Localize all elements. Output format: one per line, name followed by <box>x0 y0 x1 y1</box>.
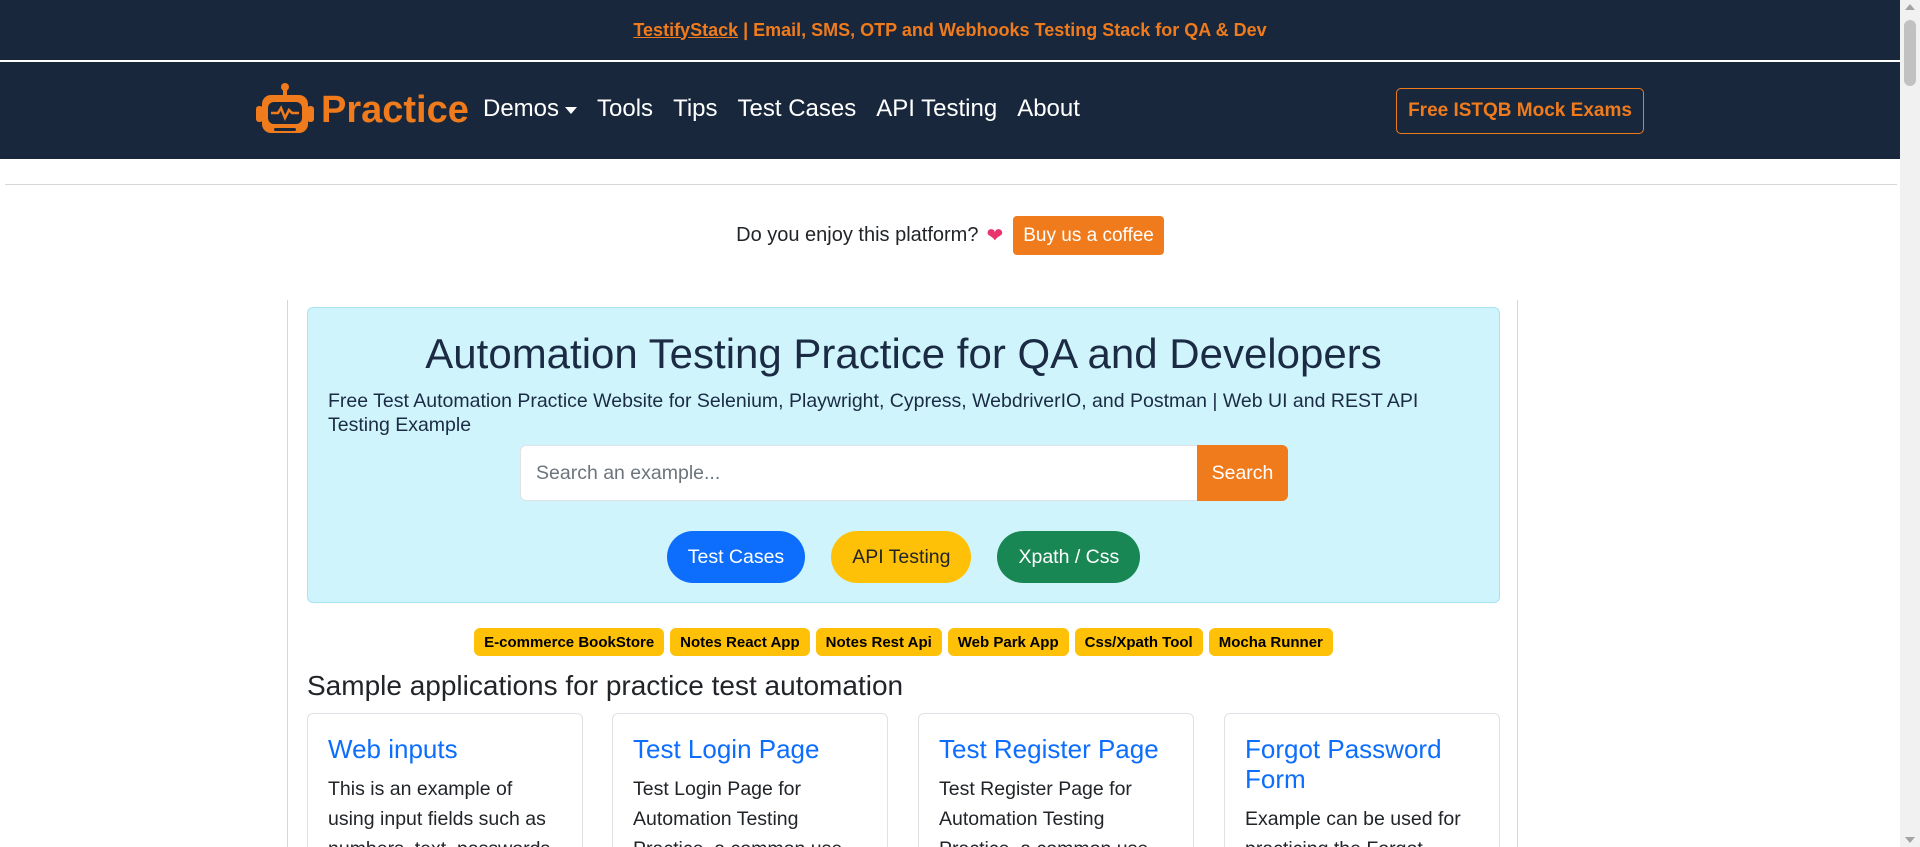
istqb-mock-exams-button[interactable]: Free ISTQB Mock Exams <box>1396 88 1644 134</box>
main-navbar: Practice Demos Tools Tips Test Cases API… <box>0 62 1900 159</box>
heart-icon: ❤ <box>986 225 1004 247</box>
robot-icon <box>255 82 315 138</box>
card-web-inputs: Web inputs This is an example of using i… <box>307 713 583 847</box>
badge-notes-react-app[interactable]: Notes React App <box>670 628 810 656</box>
announcement-bar: TestifyStack | Email, SMS, OTP and Webho… <box>0 0 1900 62</box>
card-title-link[interactable]: Web inputs <box>328 734 568 764</box>
card-forgot-password-form: Forgot Password Form Example can be used… <box>1224 713 1500 847</box>
nav-tips[interactable]: Tips <box>673 95 717 123</box>
test-cases-pill[interactable]: Test Cases <box>666 531 806 583</box>
card-test-register-page: Test Register Page Test Register Page fo… <box>918 713 1194 847</box>
search-form: Search <box>520 445 1288 501</box>
badge-web-park-app[interactable]: Web Park App <box>947 628 1069 656</box>
card-text: This is an example of using input fields… <box>328 778 550 847</box>
card-text: Test Login Page for Automation Testing P… <box>633 778 842 847</box>
buy-coffee-button[interactable]: Buy us a coffee <box>1013 216 1164 255</box>
api-testing-pill[interactable]: API Testing <box>831 531 972 583</box>
section-title: Sample applications for practice test au… <box>307 670 904 701</box>
search-input[interactable] <box>520 445 1197 501</box>
hero-subtitle: Free Test Automation Practice Website fo… <box>328 390 1419 436</box>
nav-demos-label: Demos <box>483 95 560 122</box>
nav-tools[interactable]: Tools <box>597 95 653 123</box>
nav-api-testing[interactable]: API Testing <box>876 95 997 123</box>
support-text: Do you enjoy this platform? <box>736 224 979 246</box>
brand-logo-link[interactable]: Practice <box>255 82 469 138</box>
hero-title: Automation Testing Practice for QA and D… <box>425 330 1382 377</box>
nav-links: Demos Tools Tips Test Cases API Testing … <box>483 95 1100 123</box>
card-test-login-page: Test Login Page Test Login Page for Auto… <box>612 713 888 847</box>
card-title-link[interactable]: Test Login Page <box>633 734 873 764</box>
scroll-down-arrow-icon[interactable] <box>1905 837 1915 843</box>
announcement-text: | Email, SMS, OTP and Webhooks Testing S… <box>738 19 1267 40</box>
search-button[interactable]: Search <box>1197 445 1288 501</box>
divider <box>5 184 1897 185</box>
badge-css-xpath-tool[interactable]: Css/Xpath Tool <box>1074 628 1203 656</box>
scroll-thumb[interactable] <box>1904 20 1916 86</box>
support-row: Do you enjoy this platform? ❤ Buy us a c… <box>0 216 1900 255</box>
card-title-link[interactable]: Test Register Page <box>939 734 1179 764</box>
app-badges: E-commerce BookStore Notes React App Not… <box>0 628 1807 656</box>
caret-down-icon <box>565 106 578 114</box>
hero-pills: Test Cases API Testing Xpath / Css <box>308 531 1499 583</box>
nav-about[interactable]: About <box>1017 95 1080 123</box>
brand-name: Practice <box>321 88 469 131</box>
badge-mocha-runner[interactable]: Mocha Runner <box>1208 628 1333 656</box>
hero-banner: Automation Testing Practice for QA and D… <box>307 307 1500 603</box>
nav-test-cases[interactable]: Test Cases <box>738 95 857 123</box>
card-text: Example can be used for practicing the F… <box>1245 808 1461 847</box>
scroll-up-arrow-icon[interactable] <box>1905 4 1915 10</box>
testifystack-link[interactable]: TestifyStack <box>633 20 738 41</box>
badge-ecommerce-bookstore[interactable]: E-commerce BookStore <box>474 628 665 656</box>
card-text: Test Register Page for Automation Testin… <box>939 778 1148 847</box>
card-title-link[interactable]: Forgot Password Form <box>1245 734 1485 794</box>
page-scrollbar[interactable] <box>1900 0 1920 847</box>
xpath-css-pill[interactable]: Xpath / Css <box>997 531 1141 583</box>
badge-notes-rest-api[interactable]: Notes Rest Api <box>815 628 942 656</box>
nav-demos-dropdown[interactable]: Demos <box>483 95 578 123</box>
